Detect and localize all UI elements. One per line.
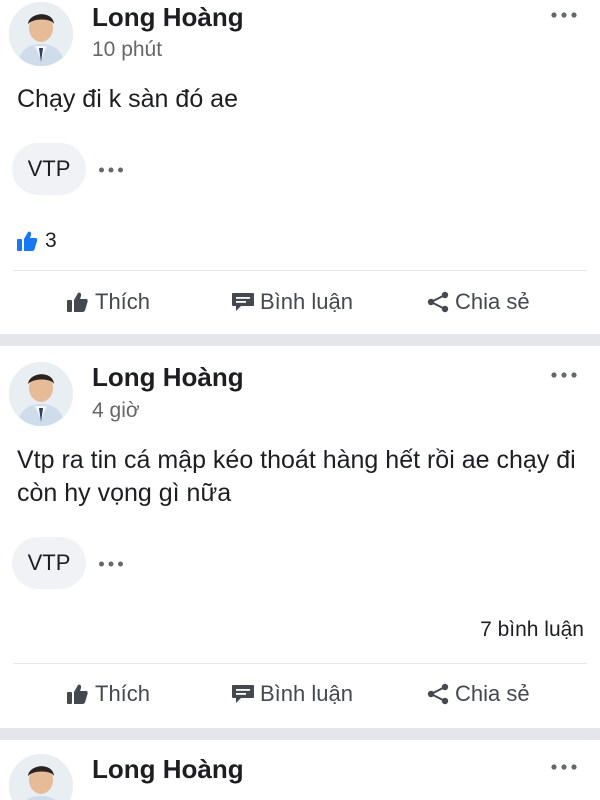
divider [13,663,587,664]
comment-icon [232,293,254,311]
avatar-photo [9,362,73,426]
comment-icon [232,685,254,703]
divider [13,270,587,271]
post-actions: Thích Bình luận Chia sẻ [0,674,600,714]
like-icon [67,292,88,312]
share-icon [427,683,449,705]
comment-count[interactable]: 7 bình luận [480,618,584,642]
avatar-photo [9,754,73,800]
comment-button[interactable]: Bình luận [231,674,353,714]
tag-more-icon[interactable] [98,560,124,568]
comment-label: Bình luận [260,289,353,314]
share-label: Chia sẻ [455,289,530,314]
share-label: Chia sẻ [455,681,530,706]
stock-tag-chip[interactable]: VTP [12,143,86,195]
author-name[interactable]: Long Hoàng [92,362,244,393]
like-button[interactable]: Thích [66,674,150,714]
post-time[interactable]: 4 giờ [92,399,140,423]
post-card: Long Hoàng 4 giờ Vtp ra tin cá mập kéo t… [0,346,600,728]
more-options-icon[interactable] [550,370,578,380]
post-time[interactable]: 10 phút [92,38,162,62]
author-name[interactable]: Long Hoàng [92,2,244,33]
avatar[interactable] [9,754,73,800]
tag-more-icon[interactable] [98,166,124,174]
post-actions: Thích Bình luận Chia sẻ [0,282,600,322]
post-separator [0,334,600,346]
like-label: Thích [95,681,151,706]
more-options-icon[interactable] [550,762,578,772]
like-label: Thích [95,289,151,314]
news-feed: Long Hoàng 10 phút Chạy đi k sàn đó ae V… [0,0,600,800]
post-content: Chạy đi k sàn đó ae [17,85,238,113]
author-name[interactable]: Long Hoàng [92,754,244,785]
share-button[interactable]: Chia sẻ [426,674,530,714]
share-icon [427,291,449,313]
comment-label: Bình luận [260,681,353,706]
stock-tag-chip[interactable]: VTP [12,537,86,589]
like-icon [67,684,88,704]
comment-button[interactable]: Bình luận [231,282,353,322]
reaction-count: 3 [45,229,57,252]
more-options-icon[interactable] [550,10,578,20]
avatar[interactable] [9,362,73,426]
avatar[interactable] [9,2,73,66]
avatar-photo [9,2,73,66]
like-reaction-icon [17,231,38,251]
reaction-summary[interactable]: 3 [16,228,57,254]
share-button[interactable]: Chia sẻ [426,282,530,322]
post-card: Long Hoàng 10 phút Chạy đi k sàn đó ae V… [0,0,600,334]
like-button[interactable]: Thích [66,282,150,322]
post-separator [0,728,600,740]
post-card: Long Hoàng [0,740,600,800]
post-content: Vtp ra tin cá mập kéo thoát hàng hết rồi… [17,446,576,507]
